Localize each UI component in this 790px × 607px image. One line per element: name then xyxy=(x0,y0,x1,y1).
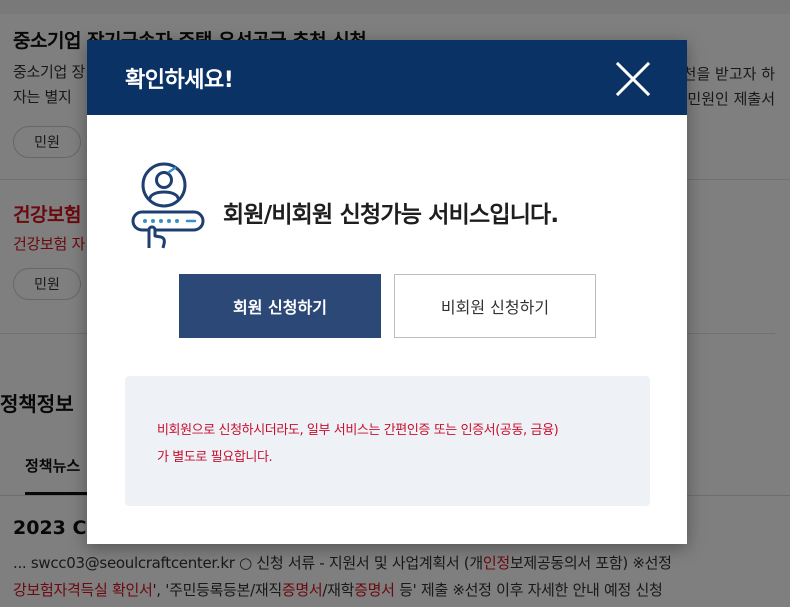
close-icon xyxy=(615,61,651,97)
member-login-icon xyxy=(129,160,209,250)
modal-header: 확인하세요! xyxy=(87,40,687,115)
notice-text: 가 별도로 필요합니다. xyxy=(157,450,273,465)
confirm-modal: 확인하세요! 회원/비회원 신청가능 서비스입니다. 회원 신청하기 비회원 신… xyxy=(87,40,687,544)
close-button[interactable] xyxy=(614,60,652,98)
guest-apply-button[interactable]: 비회원 신청하기 xyxy=(394,274,596,338)
notice-box: 비회원으로 신청하시더라도, 일부 서비스는 간편인증 또는 인증서(공동, 금… xyxy=(125,376,650,506)
member-apply-button[interactable]: 회원 신청하기 xyxy=(179,274,381,338)
notice-text: 비회원으로 신청하시더라도, 일부 서비스는 간편인증 또는 인증서(공동, 금… xyxy=(157,423,559,438)
service-availability-text: 회원/비회원 신청가능 서비스입니다. xyxy=(223,202,559,228)
modal-title: 확인하세요! xyxy=(125,68,234,93)
